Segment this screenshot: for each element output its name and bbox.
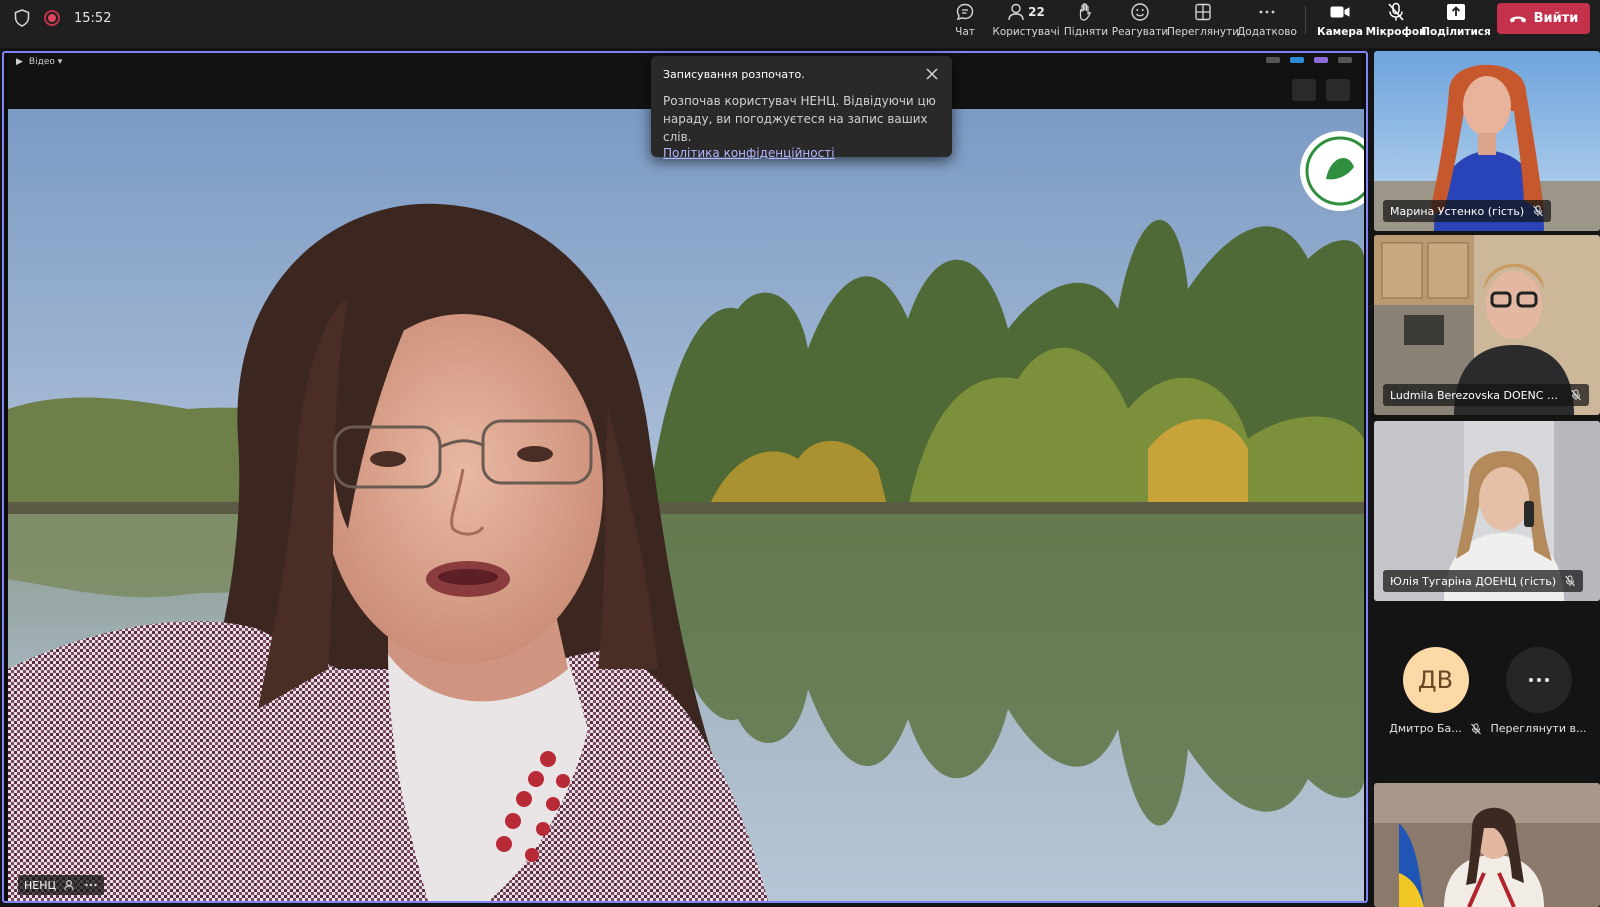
participant-name: Марина Устенко (гість) (1390, 204, 1525, 218)
view-all-label: Переглянути в... (1490, 722, 1587, 735)
emoji-icon (1131, 3, 1149, 21)
participant-tile[interactable]: Марина Устенко (гість) (1374, 51, 1600, 231)
share-button[interactable]: Поділитися (1421, 0, 1491, 44)
meeting-toolbar: 15:52 Чат 22 Користувачі Підняти Реагува… (0, 0, 1600, 48)
chat-button[interactable]: Чат (950, 0, 980, 44)
speaker-name: НЕНЦ (24, 878, 57, 892)
participant-name-tag: Юлія Тугаріна ДОЕНЦ (гість) (1383, 570, 1584, 592)
participant-settings-icon[interactable] (64, 879, 76, 891)
more-button[interactable]: Додатково (1237, 0, 1297, 44)
more-participants-avatar (1505, 647, 1572, 713)
shared-video-controls (1292, 79, 1350, 101)
privacy-policy-link[interactable]: Політика конфіденційності (663, 146, 940, 160)
view-all-label-wrap: Переглянути в... (1491, 722, 1587, 735)
participant-name: Юлія Тугаріна ДОЕНЦ (гість) (1390, 574, 1557, 588)
mic-off-icon (1533, 205, 1544, 217)
refresh-icon[interactable] (1292, 79, 1316, 101)
recording-icon (44, 10, 60, 26)
share-icon (1447, 4, 1465, 20)
chat-icon (956, 3, 974, 21)
indicator-icon (1266, 57, 1280, 63)
participant-name: Ludmila Berezovska DOENC (гість) (1390, 388, 1562, 402)
view-button[interactable]: Переглянути (1167, 0, 1239, 44)
more-options-icon[interactable] (84, 879, 98, 891)
toolbar-divider (1305, 6, 1306, 34)
camera-icon (1330, 6, 1350, 18)
people-label: Користувачі (992, 26, 1060, 38)
speaker-video: НЕНЦ (8, 109, 1364, 901)
raise-hand-label: Підняти (1063, 26, 1109, 38)
participant-name: Дмитро Ба... (1389, 722, 1462, 735)
shared-video-label: Відео ▾ (28, 57, 63, 67)
people-icon (1008, 3, 1024, 21)
notification-body: Розпочав користувач НЕНЦ. Відвідуючи цю … (663, 94, 936, 144)
people-button[interactable]: 22 Користувачі (992, 0, 1060, 44)
participant-name-tag: Марина Устенко (гість) (1383, 200, 1552, 222)
play-icon: ▶ (16, 57, 23, 67)
view-all-participants-button[interactable]: Переглянути в... (1486, 647, 1591, 747)
mic-off-icon (1571, 389, 1581, 401)
leave-button[interactable]: Вийти (1497, 3, 1590, 34)
mic-off-icon (1388, 2, 1404, 21)
participant-tile[interactable] (1374, 783, 1600, 907)
mic-off-icon (1565, 575, 1576, 587)
camera-button[interactable]: Камера (1317, 0, 1363, 44)
avatar: ДВ (1402, 647, 1469, 713)
people-count: 22 (1028, 5, 1045, 19)
speaker-video-frame (8, 109, 1364, 901)
indicator-icon (1338, 57, 1352, 63)
notification-title: Записування розпочато. (663, 68, 805, 81)
mic-off-icon (1470, 723, 1481, 734)
main-video-stage[interactable]: ▶ Відео ▾ НЕНЦ (2, 51, 1368, 903)
participant-name-tag: Дмитро Ба... (1389, 722, 1481, 735)
leave-label: Вийти (1533, 11, 1579, 26)
meeting-timer: 15:52 (74, 10, 112, 26)
layout-icon (1195, 3, 1211, 21)
avatar-initials: ДВ (1417, 666, 1454, 694)
hand-icon (1079, 3, 1091, 21)
participant-tile[interactable]: Ludmila Berezovska DOENC (гість) (1374, 235, 1600, 415)
participant-tile[interactable]: Юлія Тугаріна ДОЕНЦ (гість) (1374, 421, 1600, 601)
shared-video-menu: ▶ Відео ▾ (16, 57, 62, 67)
back-icon[interactable] (1326, 79, 1350, 101)
indicator-icon (1290, 57, 1304, 63)
shared-video-indicators (1266, 57, 1352, 63)
shield-icon (14, 9, 30, 27)
speaker-name-tag: НЕНЦ (18, 875, 105, 895)
microphone-button[interactable]: Мікрофон (1366, 0, 1426, 44)
participant-name-tag: Ludmila Berezovska DOENC (гість) (1383, 384, 1589, 406)
react-label: Реагувати (1111, 26, 1169, 38)
recording-notification: Записування розпочато. Розпочав користув… (651, 56, 952, 160)
indicator-icon (1314, 57, 1328, 63)
more-icon (1528, 678, 1549, 682)
close-icon[interactable] (924, 66, 940, 82)
hang-up-icon (1509, 16, 1526, 22)
share-label: Поділитися (1421, 26, 1491, 38)
raise-hand-button[interactable]: Підняти (1063, 0, 1109, 44)
participant-video (1374, 783, 1600, 907)
react-button[interactable]: Реагувати (1112, 0, 1168, 44)
participant-avatar-tile[interactable]: ДВ Дмитро Ба... (1383, 647, 1488, 747)
chat-label: Чат (955, 26, 975, 38)
microphone-label: Мікрофон (1365, 26, 1427, 38)
view-label: Переглянути (1166, 26, 1240, 38)
meeting-status: 15:52 (14, 0, 111, 36)
more-icon (1259, 10, 1275, 14)
more-label: Додатково (1237, 26, 1297, 38)
camera-label: Камера (1317, 26, 1363, 38)
